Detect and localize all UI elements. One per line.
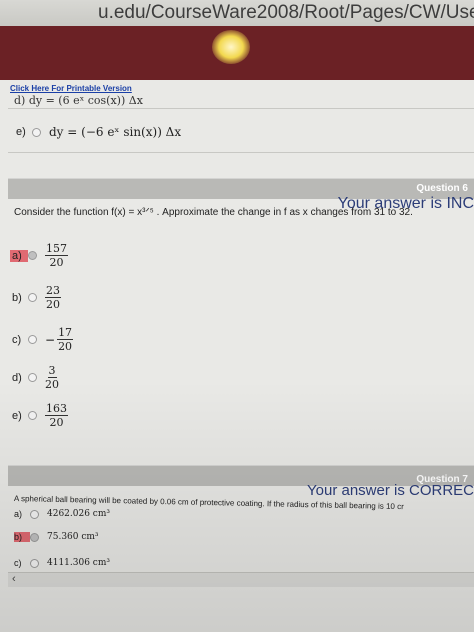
option-label: e): [16, 126, 26, 138]
prev-option-e[interactable]: e) dy = (−6 eˣ sin(x)) Δx: [16, 125, 181, 139]
q6-option-e[interactable]: e) 163 20: [10, 402, 68, 429]
radio-button[interactable]: [30, 558, 39, 568]
quiz-page: Click Here For Printable Version d) dy =…: [0, 80, 474, 632]
option-label: a): [14, 509, 23, 519]
option-label: c): [12, 333, 22, 346]
numerator: 3: [47, 364, 57, 378]
prev-option-d-cut: d) dy = (6 eˣ cos(x)) Δx: [14, 94, 143, 107]
option-label: b): [14, 532, 30, 542]
radio-button[interactable]: [28, 373, 37, 382]
option-value: 4262.026 cm³: [47, 509, 110, 519]
horizontal-scrollbar[interactable]: ‹: [8, 572, 474, 587]
denominator: 20: [46, 298, 60, 311]
option-value: 4111.306 cm³: [47, 558, 110, 568]
radio-button[interactable]: [28, 411, 37, 420]
q6-option-d[interactable]: d) 3 20: [10, 364, 59, 391]
denominator: 20: [45, 378, 59, 391]
option-fraction: 3 20: [45, 364, 59, 391]
url-text: u.edu/CourseWare2008/Root/Pages/CW/Users…: [98, 2, 474, 23]
q7-option-a[interactable]: a) 4262.026 cm³: [14, 509, 110, 519]
q6-option-c[interactable]: c) − 17 20: [10, 326, 74, 353]
option-value: 75.360 cm³: [47, 532, 99, 542]
denominator: 20: [58, 340, 73, 353]
numerator: 163: [45, 402, 68, 416]
q7-option-c[interactable]: c) 4111.306 cm³: [14, 558, 110, 568]
option-label: a): [10, 249, 28, 262]
radio-button[interactable]: [28, 335, 37, 344]
q6-option-b[interactable]: b) 23 20: [10, 284, 61, 311]
option-fraction: 163 20: [45, 402, 68, 429]
radio-button[interactable]: [28, 251, 37, 260]
printable-version-link[interactable]: Click Here For Printable Version: [10, 84, 132, 93]
question-number: Question 6: [416, 183, 468, 194]
q7-option-b[interactable]: b) 75.360 cm³: [14, 532, 99, 542]
numerator: 17: [57, 326, 74, 340]
option-fraction: 17 20: [57, 326, 74, 353]
option-math: dy = (−6 eˣ sin(x)) Δx: [49, 125, 182, 139]
divider: [8, 152, 474, 153]
browser-address-bar[interactable]: u.edu/CourseWare2008/Root/Pages/CW/Users…: [0, 0, 474, 26]
denominator: 20: [49, 256, 64, 269]
radio-button[interactable]: [32, 127, 41, 137]
light-glare: [212, 30, 250, 64]
numerator: 157: [45, 242, 68, 256]
radio-button[interactable]: [30, 532, 39, 542]
option-label: c): [14, 558, 22, 568]
negative-sign: −: [45, 332, 56, 347]
option-label: e): [12, 409, 22, 422]
q6-option-a[interactable]: a) 157 20: [10, 242, 68, 269]
denominator: 20: [49, 416, 64, 429]
option-label: b): [12, 291, 22, 304]
radio-button[interactable]: [28, 293, 37, 302]
question-6-text: Consider the function f(x) = x³ᐟ⁵ . Appr…: [14, 207, 413, 218]
divider: [8, 108, 474, 109]
scroll-left-icon[interactable]: ‹: [12, 573, 16, 585]
option-label: d): [12, 371, 22, 384]
option-fraction: 157 20: [45, 242, 68, 269]
numerator: 23: [45, 284, 61, 298]
radio-button[interactable]: [30, 509, 39, 519]
question-7-result: Your answer is CORREC: [307, 482, 474, 499]
option-fraction: 23 20: [45, 284, 61, 311]
